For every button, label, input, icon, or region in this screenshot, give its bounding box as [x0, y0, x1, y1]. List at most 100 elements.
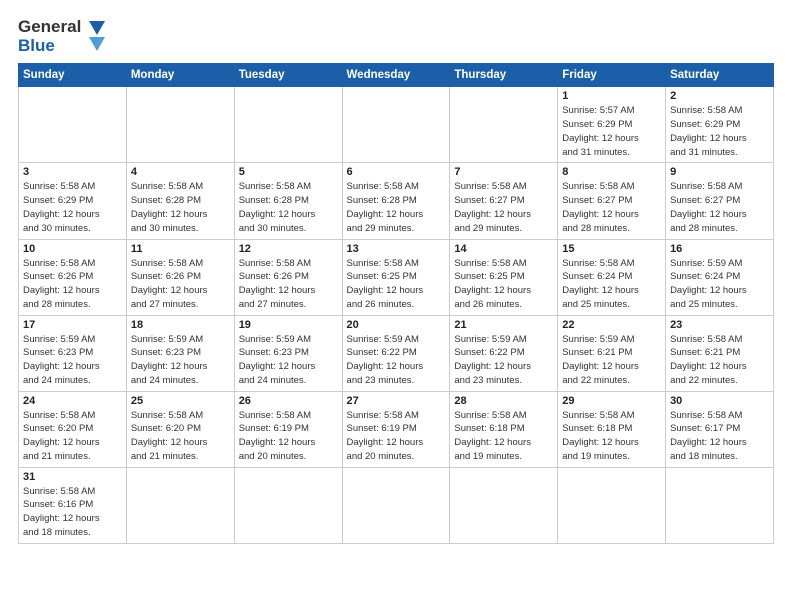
cell-sun-info: Sunrise: 5:58 AM Sunset: 6:28 PM Dayligh… — [347, 180, 446, 235]
cell-sun-info: Sunrise: 5:58 AM Sunset: 6:27 PM Dayligh… — [454, 180, 553, 235]
calendar-cell: 2Sunrise: 5:58 AM Sunset: 6:29 PM Daylig… — [666, 87, 774, 163]
calendar-cell: 14Sunrise: 5:58 AM Sunset: 6:25 PM Dayli… — [450, 239, 558, 315]
cell-sun-info: Sunrise: 5:58 AM Sunset: 6:20 PM Dayligh… — [23, 409, 122, 464]
calendar-cell: 25Sunrise: 5:58 AM Sunset: 6:20 PM Dayli… — [126, 391, 234, 467]
cell-sun-info: Sunrise: 5:58 AM Sunset: 6:28 PM Dayligh… — [131, 180, 230, 235]
logo: General Blue — [18, 18, 109, 55]
cell-sun-info: Sunrise: 5:58 AM Sunset: 6:19 PM Dayligh… — [239, 409, 338, 464]
cell-date-number: 7 — [454, 166, 553, 178]
logo-blue: Blue — [18, 37, 81, 56]
cell-date-number: 1 — [562, 90, 661, 102]
cell-sun-info: Sunrise: 5:58 AM Sunset: 6:21 PM Dayligh… — [670, 333, 769, 388]
weekday-header-wednesday: Wednesday — [342, 64, 450, 87]
calendar-cell — [234, 467, 342, 543]
cell-sun-info: Sunrise: 5:58 AM Sunset: 6:27 PM Dayligh… — [670, 180, 769, 235]
cell-date-number: 11 — [131, 243, 230, 255]
calendar-cell: 30 Sunrise: 5:58 AM Sunset: 6:17 PM Dayli… — [666, 391, 774, 467]
cell-sun-info: Sunrise: 5:58 AM Sunset: 6:25 PM Dayligh… — [347, 257, 446, 312]
calendar-week-row: 3Sunrise: 5:58 AM Sunset: 6:29 PM Daylig… — [19, 163, 774, 239]
calendar-cell: 24 Sunrise: 5:58 AM Sunset: 6:20 PM Dayli… — [19, 391, 127, 467]
calendar-cell: 1 Sunrise: 5:57 AM Sunset: 6:29 PM Daylig… — [558, 87, 666, 163]
weekday-header-monday: Monday — [126, 64, 234, 87]
calendar-cell: 31 Sunrise: 5:58 AM Sunset: 6:16 PM Dayli… — [19, 467, 127, 543]
calendar-week-row: 10 Sunrise: 5:58 AM Sunset: 6:26 PM Dayli… — [19, 239, 774, 315]
calendar-cell: 27 Sunrise: 5:58 AM Sunset: 6:19 PM Dayli… — [342, 391, 450, 467]
calendar-cell: 22 Sunrise: 5:59 AM Sunset: 6:21 PM Dayli… — [558, 315, 666, 391]
calendar-cell: 29 Sunrise: 5:58 AM Sunset: 6:18 PM Dayli… — [558, 391, 666, 467]
calendar-cell — [666, 467, 774, 543]
calendar-cell — [126, 467, 234, 543]
cell-date-number: 16 — [670, 243, 769, 255]
cell-date-number: 17 — [23, 319, 122, 331]
calendar-week-row: 31 Sunrise: 5:58 AM Sunset: 6:16 PM Dayli… — [19, 467, 774, 543]
cell-date-number: 25 — [131, 395, 230, 407]
calendar-cell: 26Sunrise: 5:58 AM Sunset: 6:19 PM Dayli… — [234, 391, 342, 467]
cell-sun-info: Sunrise: 5:58 AM Sunset: 6:17 PM Dayligh… — [670, 409, 769, 464]
calendar-cell: 17 Sunrise: 5:59 AM Sunset: 6:23 PM Dayli… — [19, 315, 127, 391]
calendar-cell: 18 Sunrise: 5:59 AM Sunset: 6:23 PM Dayli… — [126, 315, 234, 391]
calendar-cell: 16 Sunrise: 5:59 AM Sunset: 6:24 PM Dayli… — [666, 239, 774, 315]
calendar-cell — [342, 87, 450, 163]
cell-date-number: 15 — [562, 243, 661, 255]
calendar-cell: 8Sunrise: 5:58 AM Sunset: 6:27 PM Daylig… — [558, 163, 666, 239]
logo-container: General Blue — [18, 18, 109, 55]
cell-date-number: 31 — [23, 471, 122, 483]
calendar-cell: 3Sunrise: 5:58 AM Sunset: 6:29 PM Daylig… — [19, 163, 127, 239]
cell-date-number: 27 — [347, 395, 446, 407]
calendar-cell — [19, 87, 127, 163]
calendar-cell: 6 Sunrise: 5:58 AM Sunset: 6:28 PM Daylig… — [342, 163, 450, 239]
calendar-cell: 7 Sunrise: 5:58 AM Sunset: 6:27 PM Daylig… — [450, 163, 558, 239]
calendar-cell: 15Sunrise: 5:58 AM Sunset: 6:24 PM Dayli… — [558, 239, 666, 315]
cell-sun-info: Sunrise: 5:58 AM Sunset: 6:18 PM Dayligh… — [454, 409, 553, 464]
cell-date-number: 5 — [239, 166, 338, 178]
cell-date-number: 28 — [454, 395, 553, 407]
calendar-week-row: 17 Sunrise: 5:59 AM Sunset: 6:23 PM Dayli… — [19, 315, 774, 391]
cell-sun-info: Sunrise: 5:59 AM Sunset: 6:21 PM Dayligh… — [562, 333, 661, 388]
weekday-header-friday: Friday — [558, 64, 666, 87]
calendar-table: SundayMondayTuesdayWednesdayThursdayFrid… — [18, 63, 774, 543]
cell-sun-info: Sunrise: 5:58 AM Sunset: 6:29 PM Dayligh… — [670, 104, 769, 159]
cell-sun-info: Sunrise: 5:58 AM Sunset: 6:16 PM Dayligh… — [23, 485, 122, 540]
cell-sun-info: Sunrise: 5:59 AM Sunset: 6:24 PM Dayligh… — [670, 257, 769, 312]
cell-sun-info: Sunrise: 5:57 AM Sunset: 6:29 PM Dayligh… — [562, 104, 661, 159]
cell-date-number: 3 — [23, 166, 122, 178]
cell-sun-info: Sunrise: 5:59 AM Sunset: 6:22 PM Dayligh… — [454, 333, 553, 388]
calendar-cell: 4 Sunrise: 5:58 AM Sunset: 6:28 PM Daylig… — [126, 163, 234, 239]
calendar-cell: 19Sunrise: 5:59 AM Sunset: 6:23 PM Dayli… — [234, 315, 342, 391]
calendar-cell: 10Sunrise: 5:58 AM Sunset: 6:26 PM Dayli… — [19, 239, 127, 315]
cell-sun-info: Sunrise: 5:58 AM Sunset: 6:26 PM Dayligh… — [131, 257, 230, 312]
weekday-header-tuesday: Tuesday — [234, 64, 342, 87]
weekday-header-saturday: Saturday — [666, 64, 774, 87]
calendar-cell — [558, 467, 666, 543]
cell-date-number: 18 — [131, 319, 230, 331]
logo-general: General — [18, 18, 81, 37]
cell-date-number: 29 — [562, 395, 661, 407]
cell-date-number: 19 — [239, 319, 338, 331]
cell-sun-info: Sunrise: 5:59 AM Sunset: 6:22 PM Dayligh… — [347, 333, 446, 388]
calendar-cell: 9 Sunrise: 5:58 AM Sunset: 6:27 PM Daylig… — [666, 163, 774, 239]
cell-sun-info: Sunrise: 5:58 AM Sunset: 6:19 PM Dayligh… — [347, 409, 446, 464]
logo-icon — [83, 19, 109, 55]
cell-date-number: 4 — [131, 166, 230, 178]
calendar-cell: 5 Sunrise: 5:58 AM Sunset: 6:28 PM Daylig… — [234, 163, 342, 239]
cell-sun-info: Sunrise: 5:59 AM Sunset: 6:23 PM Dayligh… — [131, 333, 230, 388]
cell-date-number: 6 — [347, 166, 446, 178]
calendar-cell — [450, 467, 558, 543]
cell-sun-info: Sunrise: 5:58 AM Sunset: 6:28 PM Dayligh… — [239, 180, 338, 235]
calendar-cell: 13Sunrise: 5:58 AM Sunset: 6:25 PM Dayli… — [342, 239, 450, 315]
cell-date-number: 24 — [23, 395, 122, 407]
calendar-cell: 12Sunrise: 5:58 AM Sunset: 6:26 PM Dayli… — [234, 239, 342, 315]
cell-date-number: 30 — [670, 395, 769, 407]
cell-sun-info: Sunrise: 5:58 AM Sunset: 6:18 PM Dayligh… — [562, 409, 661, 464]
cell-date-number: 23 — [670, 319, 769, 331]
cell-date-number: 22 — [562, 319, 661, 331]
calendar-cell: 20Sunrise: 5:59 AM Sunset: 6:22 PM Dayli… — [342, 315, 450, 391]
calendar-cell: 28 Sunrise: 5:58 AM Sunset: 6:18 PM Dayli… — [450, 391, 558, 467]
page: General Blue SundayMondayTuesdayWednesda… — [0, 0, 792, 612]
logo-wordmark: General Blue — [18, 18, 81, 55]
cell-date-number: 9 — [670, 166, 769, 178]
cell-sun-info: Sunrise: 5:59 AM Sunset: 6:23 PM Dayligh… — [23, 333, 122, 388]
calendar-week-row: 24 Sunrise: 5:58 AM Sunset: 6:20 PM Dayli… — [19, 391, 774, 467]
calendar-cell — [342, 467, 450, 543]
cell-date-number: 10 — [23, 243, 122, 255]
